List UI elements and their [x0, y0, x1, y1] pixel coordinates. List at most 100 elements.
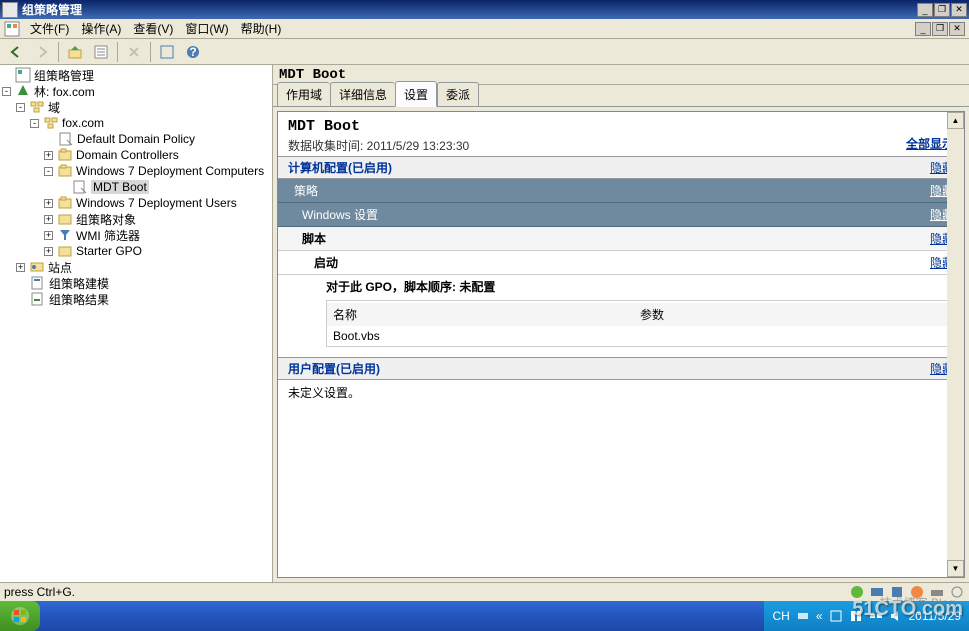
expand-toggle[interactable]: + [44, 151, 53, 160]
expand-toggle[interactable]: + [44, 231, 53, 240]
table-row: Boot.vbs [327, 326, 953, 346]
section-policies: 策略 隐藏 [278, 179, 964, 203]
tab-scope[interactable]: 作用域 [277, 82, 330, 106]
tree-item-mdt-boot[interactable]: MDT Boot [0, 179, 272, 195]
gpmc-icon [15, 67, 31, 83]
collapse-toggle[interactable]: - [44, 167, 53, 176]
collapse-toggle[interactable]: - [16, 103, 25, 112]
section-user-config: 用户配置(已启用) 隐藏 [278, 357, 964, 380]
tray-icon[interactable] [796, 609, 810, 623]
tree-root[interactable]: 组策略管理 [0, 67, 272, 83]
tree-sites[interactable]: + 站点 [0, 259, 272, 275]
tree-view[interactable]: 组策略管理 - 林: fox.com - 域 - fox.com Default… [0, 65, 273, 582]
table-header: 名称 参数 [327, 303, 953, 326]
ou-icon [57, 163, 73, 179]
tray-icon[interactable] [889, 584, 905, 600]
tree-forest[interactable]: - 林: fox.com [0, 83, 272, 99]
mdi-close-button[interactable]: ✕ [949, 22, 965, 36]
menu-bar: 文件(F) 操作(A) 查看(V) 窗口(W) 帮助(H) _ ❐ ✕ [0, 19, 969, 39]
sites-icon [29, 259, 45, 275]
scroll-down-button[interactable]: ▼ [947, 560, 964, 577]
close-button[interactable]: ✕ [951, 3, 967, 17]
back-button[interactable] [4, 41, 28, 63]
expand-toggle[interactable]: + [16, 263, 25, 272]
mdi-icon [4, 21, 20, 37]
tray-icon[interactable] [869, 584, 885, 600]
scroll-up-button[interactable]: ▲ [947, 112, 964, 129]
forward-button [30, 41, 54, 63]
tab-delegation[interactable]: 委派 [437, 82, 479, 106]
tree-results[interactable]: 组策略结果 [0, 291, 272, 307]
tray-icon[interactable] [849, 609, 863, 623]
ou-icon [57, 195, 73, 211]
help-button[interactable]: ? [181, 41, 205, 63]
tree-item-gp-objects[interactable]: + 组策略对象 [0, 211, 272, 227]
network-icon[interactable] [869, 609, 883, 623]
mdi-restore-button[interactable]: ❐ [932, 22, 948, 36]
main-area: 组策略管理 - 林: fox.com - 域 - fox.com Default… [0, 65, 969, 582]
tab-settings[interactable]: 设置 [395, 81, 437, 107]
content-pane: MDT Boot 作用域 详细信息 设置 委派 MDT Boot 数据收集时间:… [273, 65, 969, 582]
tray-expand-icon[interactable]: « [816, 609, 823, 623]
tab-bar: 作用域 详细信息 设置 委派 [273, 85, 969, 107]
expand-toggle[interactable]: + [44, 215, 53, 224]
folder-icon [57, 211, 73, 227]
tray-icon[interactable] [929, 584, 945, 600]
script-params [640, 329, 947, 343]
gpo-link-icon [58, 131, 74, 147]
section-scripts: 脚本 隐藏 [278, 227, 964, 251]
tree-domain[interactable]: - fox.com [0, 115, 272, 131]
tree-item-default-policy[interactable]: Default Domain Policy [0, 131, 272, 147]
menu-view[interactable]: 查看(V) [127, 18, 179, 39]
tray-icon[interactable] [849, 584, 865, 600]
tree-domains[interactable]: - 域 [0, 99, 272, 115]
tree-item-win7-computers[interactable]: - Windows 7 Deployment Computers [0, 163, 272, 179]
ou-icon [57, 147, 73, 163]
expand-toggle[interactable]: + [44, 247, 53, 256]
col-name: 名称 [333, 306, 640, 323]
svg-text:?: ? [189, 45, 196, 59]
menu-window[interactable]: 窗口(W) [179, 18, 234, 39]
tree-item-win7-users[interactable]: + Windows 7 Deployment Users [0, 195, 272, 211]
tray-icon[interactable] [829, 609, 843, 623]
section-computer-config: 计算机配置(已启用) 隐藏 [278, 156, 964, 179]
system-tray: CH « 2011/5/29 [764, 601, 969, 631]
gpo-link-icon [72, 179, 88, 195]
collapse-toggle[interactable]: - [2, 87, 11, 96]
collapse-toggle[interactable]: - [30, 119, 39, 128]
filter-icon [57, 227, 73, 243]
col-params: 参数 [640, 306, 947, 323]
menu-help[interactable]: 帮助(H) [235, 18, 288, 39]
start-button[interactable] [0, 601, 40, 631]
minimize-button[interactable]: _ [917, 3, 933, 17]
tree-item-wmi[interactable]: + WMI 筛选器 [0, 227, 272, 243]
tab-details[interactable]: 详细信息 [330, 82, 395, 106]
refresh-button[interactable] [155, 41, 179, 63]
scrollbar[interactable]: ▲ ▼ [947, 112, 964, 577]
tree-modeling[interactable]: 组策略建模 [0, 275, 272, 291]
clock-date[interactable]: 2011/5/29 [909, 609, 962, 623]
menu-file[interactable]: 文件(F) [24, 18, 75, 39]
lang-indicator[interactable]: CH [772, 609, 789, 623]
section-windows-settings: Windows 设置 隐藏 [278, 203, 964, 227]
properties-button[interactable] [89, 41, 113, 63]
domain-icon [43, 115, 59, 131]
domains-icon [29, 99, 45, 115]
maximize-button[interactable]: ❐ [934, 3, 950, 17]
status-bar: press Ctrl+G. [0, 582, 969, 601]
volume-icon[interactable] [889, 609, 903, 623]
expand-toggle[interactable]: + [44, 199, 53, 208]
gpo-title: MDT Boot [288, 118, 469, 135]
taskbar: CH « 2011/5/29 [0, 601, 969, 631]
tree-item-domain-controllers[interactable]: + Domain Controllers [0, 147, 272, 163]
menu-action[interactable]: 操作(A) [75, 18, 127, 39]
up-button[interactable] [63, 41, 87, 63]
mdi-minimize-button[interactable]: _ [915, 22, 931, 36]
modeling-icon [30, 275, 46, 291]
delete-button [122, 41, 146, 63]
tree-item-starter-gpo[interactable]: + Starter GPO [0, 243, 272, 259]
settings-pane: MDT Boot 数据收集时间: 2011/5/29 13:23:30 全部显示… [277, 111, 965, 578]
script-name: Boot.vbs [333, 329, 640, 343]
tray-icon[interactable] [949, 584, 965, 600]
tray-icon[interactable] [909, 584, 925, 600]
